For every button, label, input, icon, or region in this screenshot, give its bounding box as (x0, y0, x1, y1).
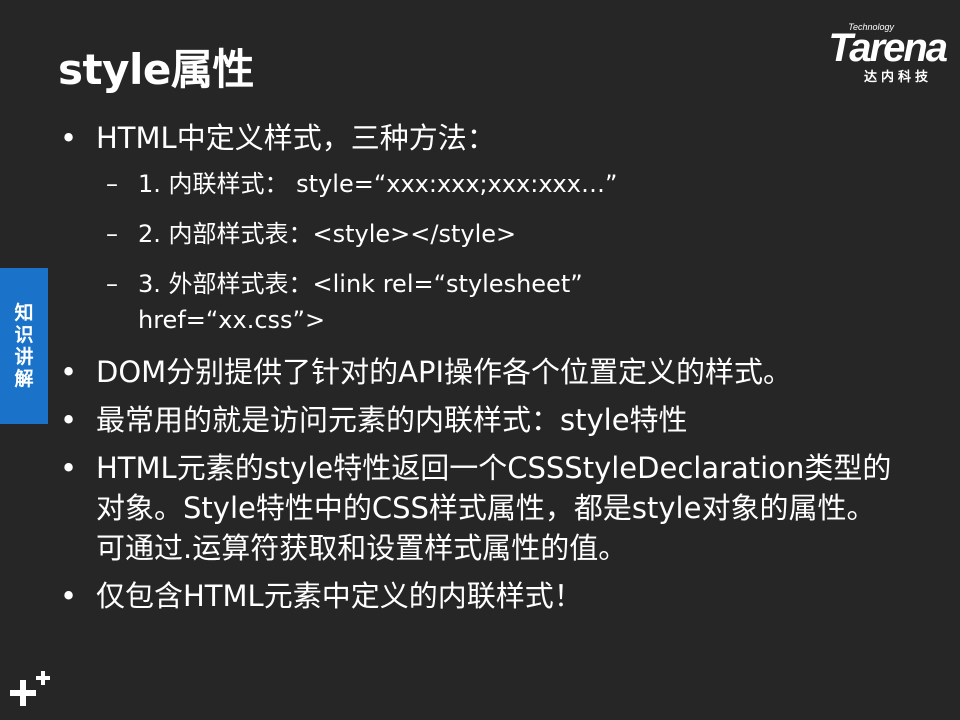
bullet-item: HTML中定义样式，三种方法： (60, 118, 940, 158)
sub-item-text: 2. 内部样式表：<style></style> (138, 220, 517, 248)
side-tab-char: 知 (14, 302, 34, 324)
bullet-item: DOM分别提供了针对的API操作各个位置定义的样式。 (60, 352, 940, 392)
sub-item: – 2. 内部样式表：<style></style> (60, 216, 940, 252)
sub-item: – 1. 内联样式： style=“xxx:xxx;xxx:xxx…” (60, 166, 940, 202)
logo-chinese-text: 达内科技 (863, 70, 932, 85)
sub-item-text: 3. 外部样式表：<link rel=“stylesheet” href=“xx… (138, 270, 583, 334)
dash-marker: – (106, 270, 118, 298)
slide-title: style属性 (58, 45, 254, 94)
dash-marker: – (106, 170, 118, 198)
sub-item: – 3. 外部样式表：<link rel=“stylesheet” href=“… (60, 266, 698, 338)
bullet-item: 仅包含HTML元素中定义的内联样式！ (60, 576, 940, 616)
bullet-item: 最常用的就是访问元素的内联样式：style特性 (60, 400, 940, 440)
side-tab-char: 讲 (14, 346, 34, 368)
side-tab-char: 解 (14, 368, 34, 390)
slide-content: HTML中定义样式，三种方法： – 1. 内联样式： style=“xxx:xx… (60, 118, 940, 624)
sub-list: – 1. 内联样式： style=“xxx:xxx;xxx:xxx…” – 2.… (60, 166, 940, 338)
tarena-logo: Technology Tarena 达内科技 (776, 22, 948, 85)
sub-item-text: 1. 内联样式： style=“xxx:xxx;xxx:xxx…” (138, 170, 618, 198)
bullet-item: HTML元素的style特性返回一个CSSStyleDeclaration类型的… (60, 448, 896, 568)
side-tab-char: 识 (14, 324, 34, 346)
side-tab-knowledge: 知 识 讲 解 (0, 268, 48, 424)
plus-icon (10, 671, 50, 706)
dash-marker: – (106, 220, 118, 248)
logo-wordmark: Tarena (828, 26, 948, 70)
